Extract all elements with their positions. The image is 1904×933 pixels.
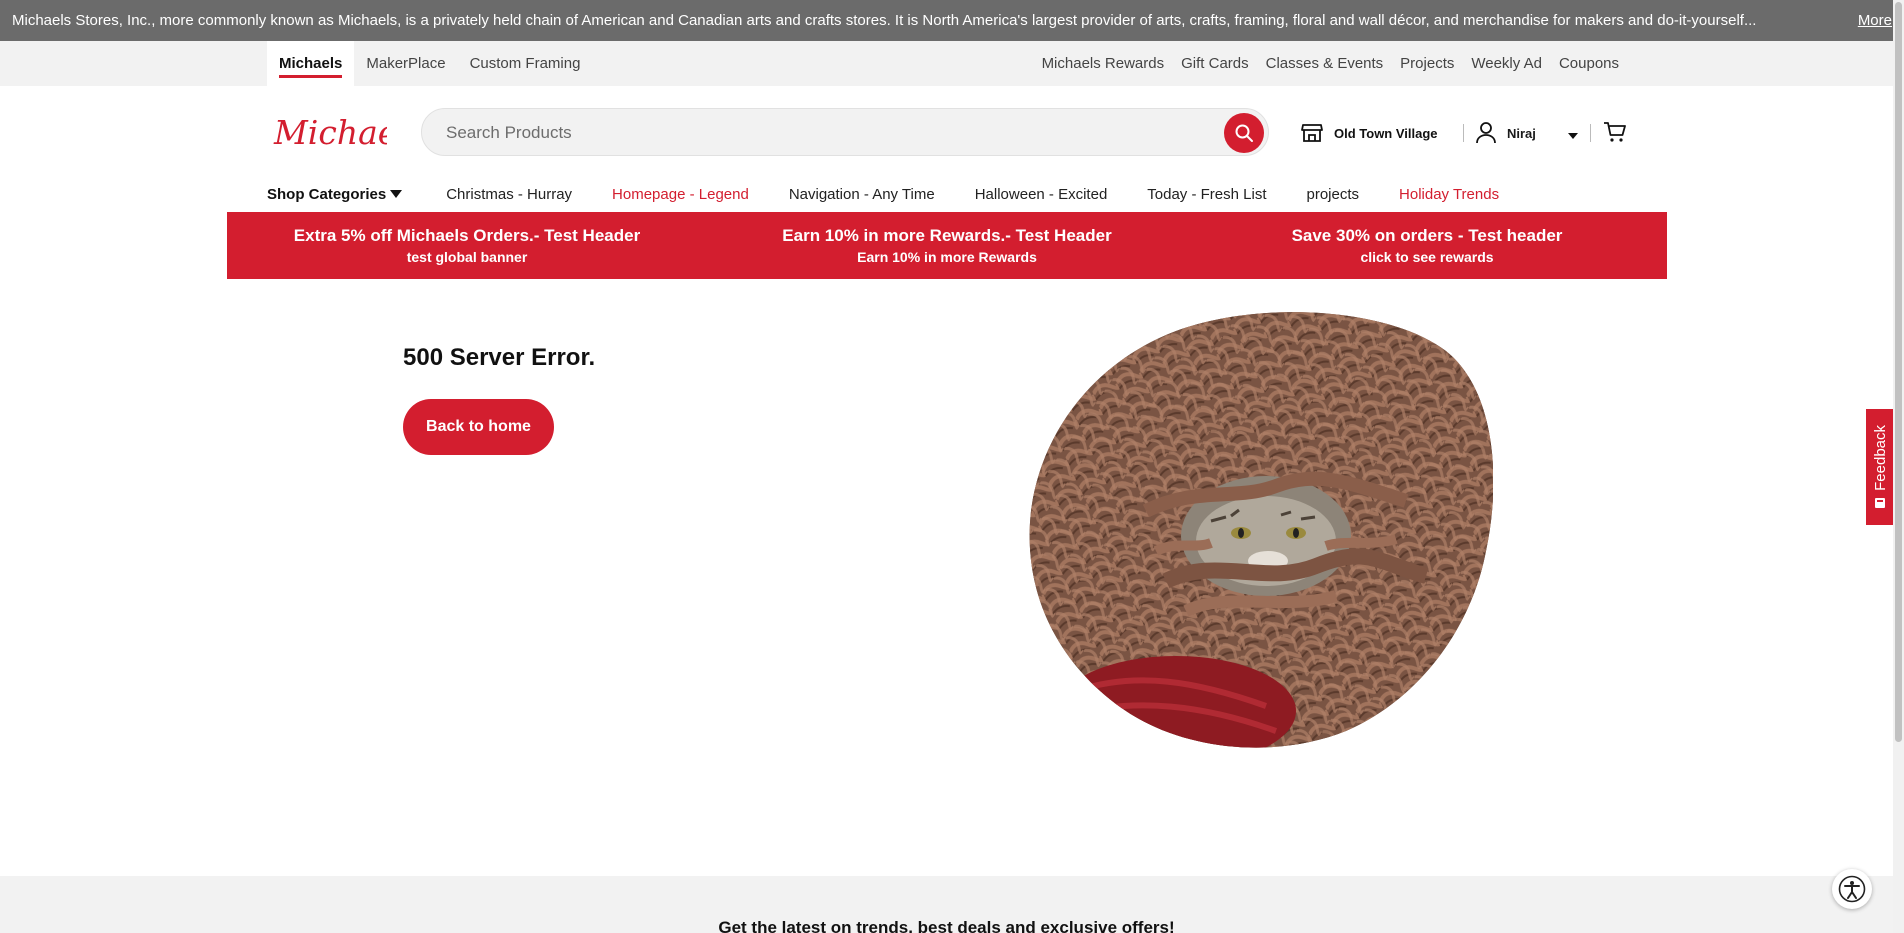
announcement-text: Michaels Stores, Inc., more commonly kno… [12,12,1757,29]
link-gift-cards[interactable]: Gift Cards [1181,55,1249,72]
link-weekly-ad[interactable]: Weekly Ad [1471,55,1542,72]
store-icon [1301,124,1323,142]
feedback-tab[interactable]: Feedback [1866,409,1894,525]
link-coupons[interactable]: Coupons [1559,55,1619,72]
cart-button[interactable] [1603,120,1627,149]
utility-links: Michaels Rewards Gift Cards Classes & Ev… [1042,41,1619,86]
shop-categories-label: Shop Categories [267,185,387,203]
link-michaels-rewards[interactable]: Michaels Rewards [1042,55,1165,72]
back-to-home-button[interactable]: Back to home [403,399,554,455]
feedback-label: Feedback [1871,425,1889,491]
store-name: Old Town Village [1334,125,1438,141]
promo-item[interactable]: Earn 10% in more Rewards.- Test Header E… [707,212,1187,279]
search-icon [1235,124,1253,142]
store-selector[interactable]: Old Town Village [1300,120,1438,146]
site-tabs: Michaels MakerPlace Custom Framing [267,41,592,86]
cat-homepage-legend[interactable]: Homepage - Legend [612,186,749,203]
cat-today[interactable]: Today - Fresh List [1147,186,1266,203]
michaels-logo[interactable]: Michaels [272,112,425,152]
link-projects[interactable]: Projects [1400,55,1454,72]
tab-michaels-label: Michaels [279,49,343,78]
promo-item[interactable]: Extra 5% off Michaels Orders.- Test Head… [227,212,707,279]
account-name: Niraj [1507,125,1536,141]
utility-nav: Michaels MakerPlace Custom Framing Micha… [0,41,1904,86]
page-scrollbar[interactable] [1893,0,1904,933]
promo-subtitle: test global banner [406,249,528,265]
link-classes-events[interactable]: Classes & Events [1266,55,1384,72]
caret-down-icon[interactable] [1568,126,1578,144]
promo-title: Save 30% on orders - Test header [1291,226,1563,245]
error-illustration [1026,311,1493,750]
feedback-icon [1875,497,1885,508]
promo-item[interactable]: Save 30% on orders - Test header click t… [1187,212,1667,279]
cart-icon [1604,122,1626,142]
cat-navigation[interactable]: Navigation - Any Time [789,186,935,203]
caret-down-icon [390,190,403,198]
promo-subtitle: click to see rewards [1360,249,1494,265]
accessibility-button[interactable] [1832,869,1872,909]
search-input[interactable] [446,121,1166,145]
footer-signup: Get the latest on trends, best deals and… [0,876,1893,933]
cat-halloween[interactable]: Halloween - Excited [975,186,1108,203]
footer-signup-text: Get the latest on trends, best deals and… [718,918,1175,933]
category-nav: Shop Categories Christmas - Hurray Homep… [267,182,1539,206]
shop-categories-button[interactable]: Shop Categories [267,185,403,203]
search-button[interactable] [1224,113,1264,153]
promo-banner: Extra 5% off Michaels Orders.- Test Head… [227,212,1667,279]
announcement-bar: Michaels Stores, Inc., more commonly kno… [0,0,1904,41]
promo-title: Earn 10% in more Rewards.- Test Header [782,226,1112,245]
tab-makerplace[interactable]: MakerPlace [354,41,457,86]
tab-michaels[interactable]: Michaels [267,41,355,86]
header-divider-2 [1590,124,1591,142]
cat-holiday-trends[interactable]: Holiday Trends [1399,186,1499,203]
cat-projects[interactable]: projects [1307,186,1360,203]
account-menu[interactable]: Niraj [1475,120,1536,146]
user-icon [1476,122,1496,144]
header-divider [1463,124,1464,142]
announcement-more-link[interactable]: More [1858,12,1892,29]
logo-text: Michaels [273,113,387,152]
accessibility-icon [1838,875,1866,903]
cat-christmas[interactable]: Christmas - Hurray [446,186,572,203]
search-bar [421,108,1269,156]
tab-custom-framing[interactable]: Custom Framing [458,41,593,86]
promo-title: Extra 5% off Michaels Orders.- Test Head… [293,226,641,245]
scrollbar-thumb[interactable] [1895,2,1902,742]
promo-subtitle: Earn 10% in more Rewards [857,249,1037,265]
error-title: 500 Server Error. [403,344,596,371]
